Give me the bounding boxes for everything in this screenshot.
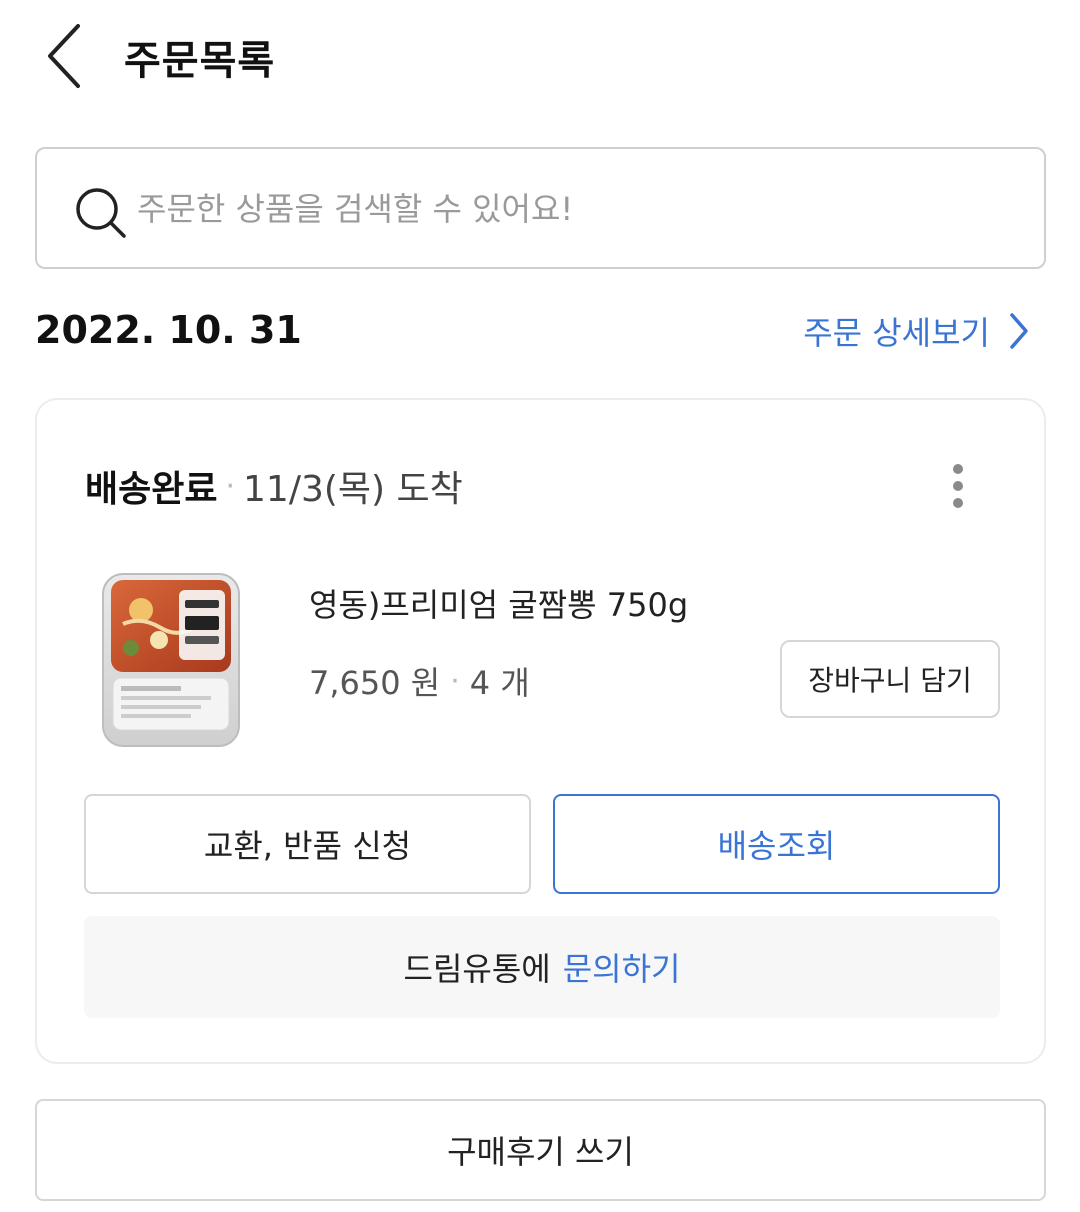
back-button[interactable] <box>36 18 96 94</box>
delivery-status-row: 배송완료 · 11/3(목) 도착 <box>85 460 463 512</box>
chevron-left-icon <box>48 24 80 88</box>
seller-inquiry-box[interactable]: 드림유통에 문의하기 <box>84 916 1000 1018</box>
more-options-button[interactable] <box>938 456 978 516</box>
search-icon <box>73 185 129 241</box>
product-image[interactable] <box>101 570 241 750</box>
write-review-button[interactable]: 구매후기 쓰기 <box>35 1099 1046 1201</box>
separator-dot: · <box>450 663 460 699</box>
page-title: 주문목록 <box>124 38 276 84</box>
arrival-date: 11/3(목) 도착 <box>243 469 463 510</box>
delivery-tracking-button[interactable]: 배송조회 <box>553 794 1000 894</box>
more-dot-icon <box>953 464 963 474</box>
delivery-status: 배송완료 <box>85 469 218 510</box>
product-price: 7,650 원 <box>309 664 441 702</box>
price-row: 7,650 원 · 4 개 <box>309 658 530 704</box>
order-date: 2022. 10. 31 <box>35 308 302 352</box>
search-box[interactable] <box>35 147 1046 269</box>
order-card: 배송완료 · 11/3(목) 도착 영동)프리미엄 굴짬뽕 750g 7,650… <box>35 398 1046 1064</box>
chevron-right-icon <box>1010 313 1028 349</box>
more-dot-icon <box>953 481 963 491</box>
header: 주문목록 <box>0 0 1080 110</box>
seller-name: 드림유통에 <box>403 950 551 988</box>
product-quantity: 4 개 <box>469 664 530 702</box>
product-name[interactable]: 영동)프리미엄 굴짬뽕 750g <box>309 580 688 626</box>
separator-dot: · <box>225 468 236 504</box>
order-detail-link[interactable]: 주문 상세보기 <box>803 306 1030 356</box>
exchange-return-button[interactable]: 교환, 반품 신청 <box>84 794 531 894</box>
order-detail-label: 주문 상세보기 <box>803 314 990 352</box>
order-list-page: 주문목록 2022. 10. 31 주문 상세보기 배송완료 · 11/3(목)… <box>0 0 1080 1212</box>
search-input[interactable] <box>137 179 1017 239</box>
more-dot-icon <box>953 498 963 508</box>
inquiry-link[interactable]: 문의하기 <box>563 944 681 990</box>
add-to-cart-button[interactable]: 장바구니 담기 <box>780 640 1000 718</box>
